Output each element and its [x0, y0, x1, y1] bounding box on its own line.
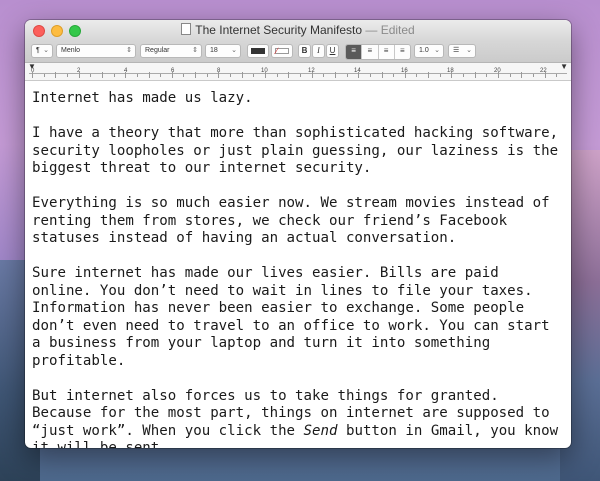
- ruler-tick: [544, 72, 546, 78]
- ruler-tick: [160, 74, 162, 77]
- chevron-updown-icon: ⇕: [192, 47, 198, 54]
- paragraph-5: But internet also forces us to take thin…: [32, 388, 565, 449]
- alignment-segmented-control: ≡ ≡ ≡ ≡: [345, 44, 411, 60]
- ruler-tick: [463, 74, 465, 77]
- font-size-value: 18: [210, 47, 218, 54]
- ruler-tick: [43, 74, 45, 77]
- ruler-tick: [498, 72, 499, 78]
- ruler-tick: [148, 72, 150, 78]
- list-style-popup[interactable]: ☰ ⌄: [448, 44, 476, 58]
- right-margin-marker[interactable]: ▼: [560, 63, 568, 71]
- text-color-fill: [251, 48, 265, 54]
- list-icon: ☰: [453, 47, 460, 54]
- align-center-button[interactable]: ≡: [362, 45, 379, 59]
- ruler-tick: [381, 72, 383, 78]
- ruler-tick: [218, 72, 220, 78]
- ruler-tick: [474, 72, 476, 78]
- ruler-tick: [253, 74, 255, 77]
- font-family-value: Menlo: [61, 47, 81, 54]
- window-title-area: The Internet Security Manifesto — Edited: [25, 23, 571, 37]
- chevron-down-icon: ⌄: [434, 47, 440, 54]
- align-right-button[interactable]: ≡: [379, 45, 395, 59]
- line-spacing-popup[interactable]: 1.0 ⌄: [414, 44, 444, 58]
- align-left-button[interactable]: ≡: [346, 45, 363, 59]
- font-style-value: Regular: [145, 47, 170, 54]
- ruler-tick: [404, 72, 406, 78]
- ruler-tick: [55, 72, 57, 78]
- font-size-combo[interactable]: 18 ⌄: [205, 44, 241, 58]
- ruler-tick: [439, 74, 441, 77]
- ruler-tick: [532, 74, 534, 77]
- ruler-tick: [509, 74, 511, 77]
- paragraph-icon: ¶: [36, 47, 40, 54]
- ruler-tick: [556, 74, 558, 77]
- ruler-tick: [171, 72, 173, 78]
- align-justify-button[interactable]: ≡: [395, 45, 410, 59]
- ruler-tick: [346, 74, 348, 77]
- bold-button[interactable]: B: [298, 44, 311, 58]
- ruler-tick: [101, 72, 103, 78]
- ruler-tick: [276, 74, 278, 77]
- chevron-down-icon: ⌄: [43, 47, 49, 54]
- ruler-tick: [299, 74, 301, 77]
- ruler-tick: [32, 72, 33, 78]
- paragraph-3: Everything is so much easier now. We str…: [32, 195, 550, 246]
- ruler-tick: [393, 74, 395, 77]
- underline-button[interactable]: U: [326, 44, 339, 58]
- ruler-tick: [183, 74, 185, 77]
- text-color-well[interactable]: [247, 44, 269, 58]
- ruler[interactable]: ▼ ▼ 0 2 4 6 8 10 12 14 16 18 20 22: [25, 63, 571, 81]
- ruler-tick: [416, 74, 418, 77]
- paragraph-2: I have a theory that more than sophistic…: [32, 125, 559, 176]
- ruler-tick: [125, 72, 127, 78]
- ruler-number: 22: [540, 68, 547, 74]
- chevron-down-icon: ⌄: [231, 47, 237, 54]
- italic-button[interactable]: I: [312, 44, 325, 58]
- no-highlight-icon: ∕: [276, 46, 278, 56]
- ruler-tick: [265, 72, 266, 78]
- title-bar[interactable]: The Internet Security Manifesto — Edited: [25, 20, 571, 42]
- paragraph-style-popup[interactable]: ¶ ⌄: [31, 44, 53, 58]
- font-style-popup[interactable]: Regular ⇕: [140, 44, 202, 58]
- ruler-tick: [334, 72, 336, 78]
- ruler-tick: [486, 74, 488, 77]
- ruler-tick: [90, 74, 92, 77]
- ruler-tick: [136, 74, 138, 77]
- chevron-updown-icon: ⇕: [126, 47, 132, 54]
- highlight-color-well[interactable]: ∕: [271, 44, 293, 58]
- paragraph-4: Sure internet has made our lives easier.…: [32, 265, 550, 369]
- ruler-tick: [311, 72, 313, 78]
- ruler-tick: [113, 74, 115, 77]
- edited-status: — Edited: [365, 23, 415, 37]
- ruler-tick: [66, 74, 68, 77]
- ruler-tick: [428, 72, 430, 78]
- format-toolbar: ¶ ⌄ Menlo ⇕ Regular ⇕ 18 ⌄ ∕ B I U ≡ ≡ ≡ ≡ 1…: [25, 42, 571, 63]
- font-family-popup[interactable]: Menlo ⇕: [56, 44, 136, 58]
- ruler-tick: [195, 72, 197, 78]
- line-spacing-value: 1.0: [419, 47, 429, 54]
- ruler-tick: [78, 72, 80, 78]
- ruler-tick: [288, 72, 290, 78]
- ruler-tick: [230, 74, 232, 77]
- textedit-window: The Internet Security Manifesto — Edited…: [25, 20, 571, 448]
- chevron-down-icon: ⌄: [466, 47, 472, 54]
- ruler-tick: [323, 74, 325, 77]
- ruler-tick: [358, 72, 360, 78]
- ruler-tick: [206, 74, 208, 77]
- ruler-tick: [369, 74, 371, 77]
- ruler-tick: [521, 72, 523, 78]
- document-text-area[interactable]: Internet has made us lazy. I have a theo…: [25, 90, 571, 448]
- ruler-number: 18: [447, 68, 454, 74]
- ruler-tick: [451, 72, 453, 78]
- send-emphasis: Send: [303, 422, 338, 439]
- window-title: The Internet Security Manifesto: [195, 23, 363, 37]
- document-icon[interactable]: [181, 23, 192, 35]
- ruler-tick: [241, 72, 243, 78]
- paragraph-1: Internet has made us lazy.: [32, 90, 253, 106]
